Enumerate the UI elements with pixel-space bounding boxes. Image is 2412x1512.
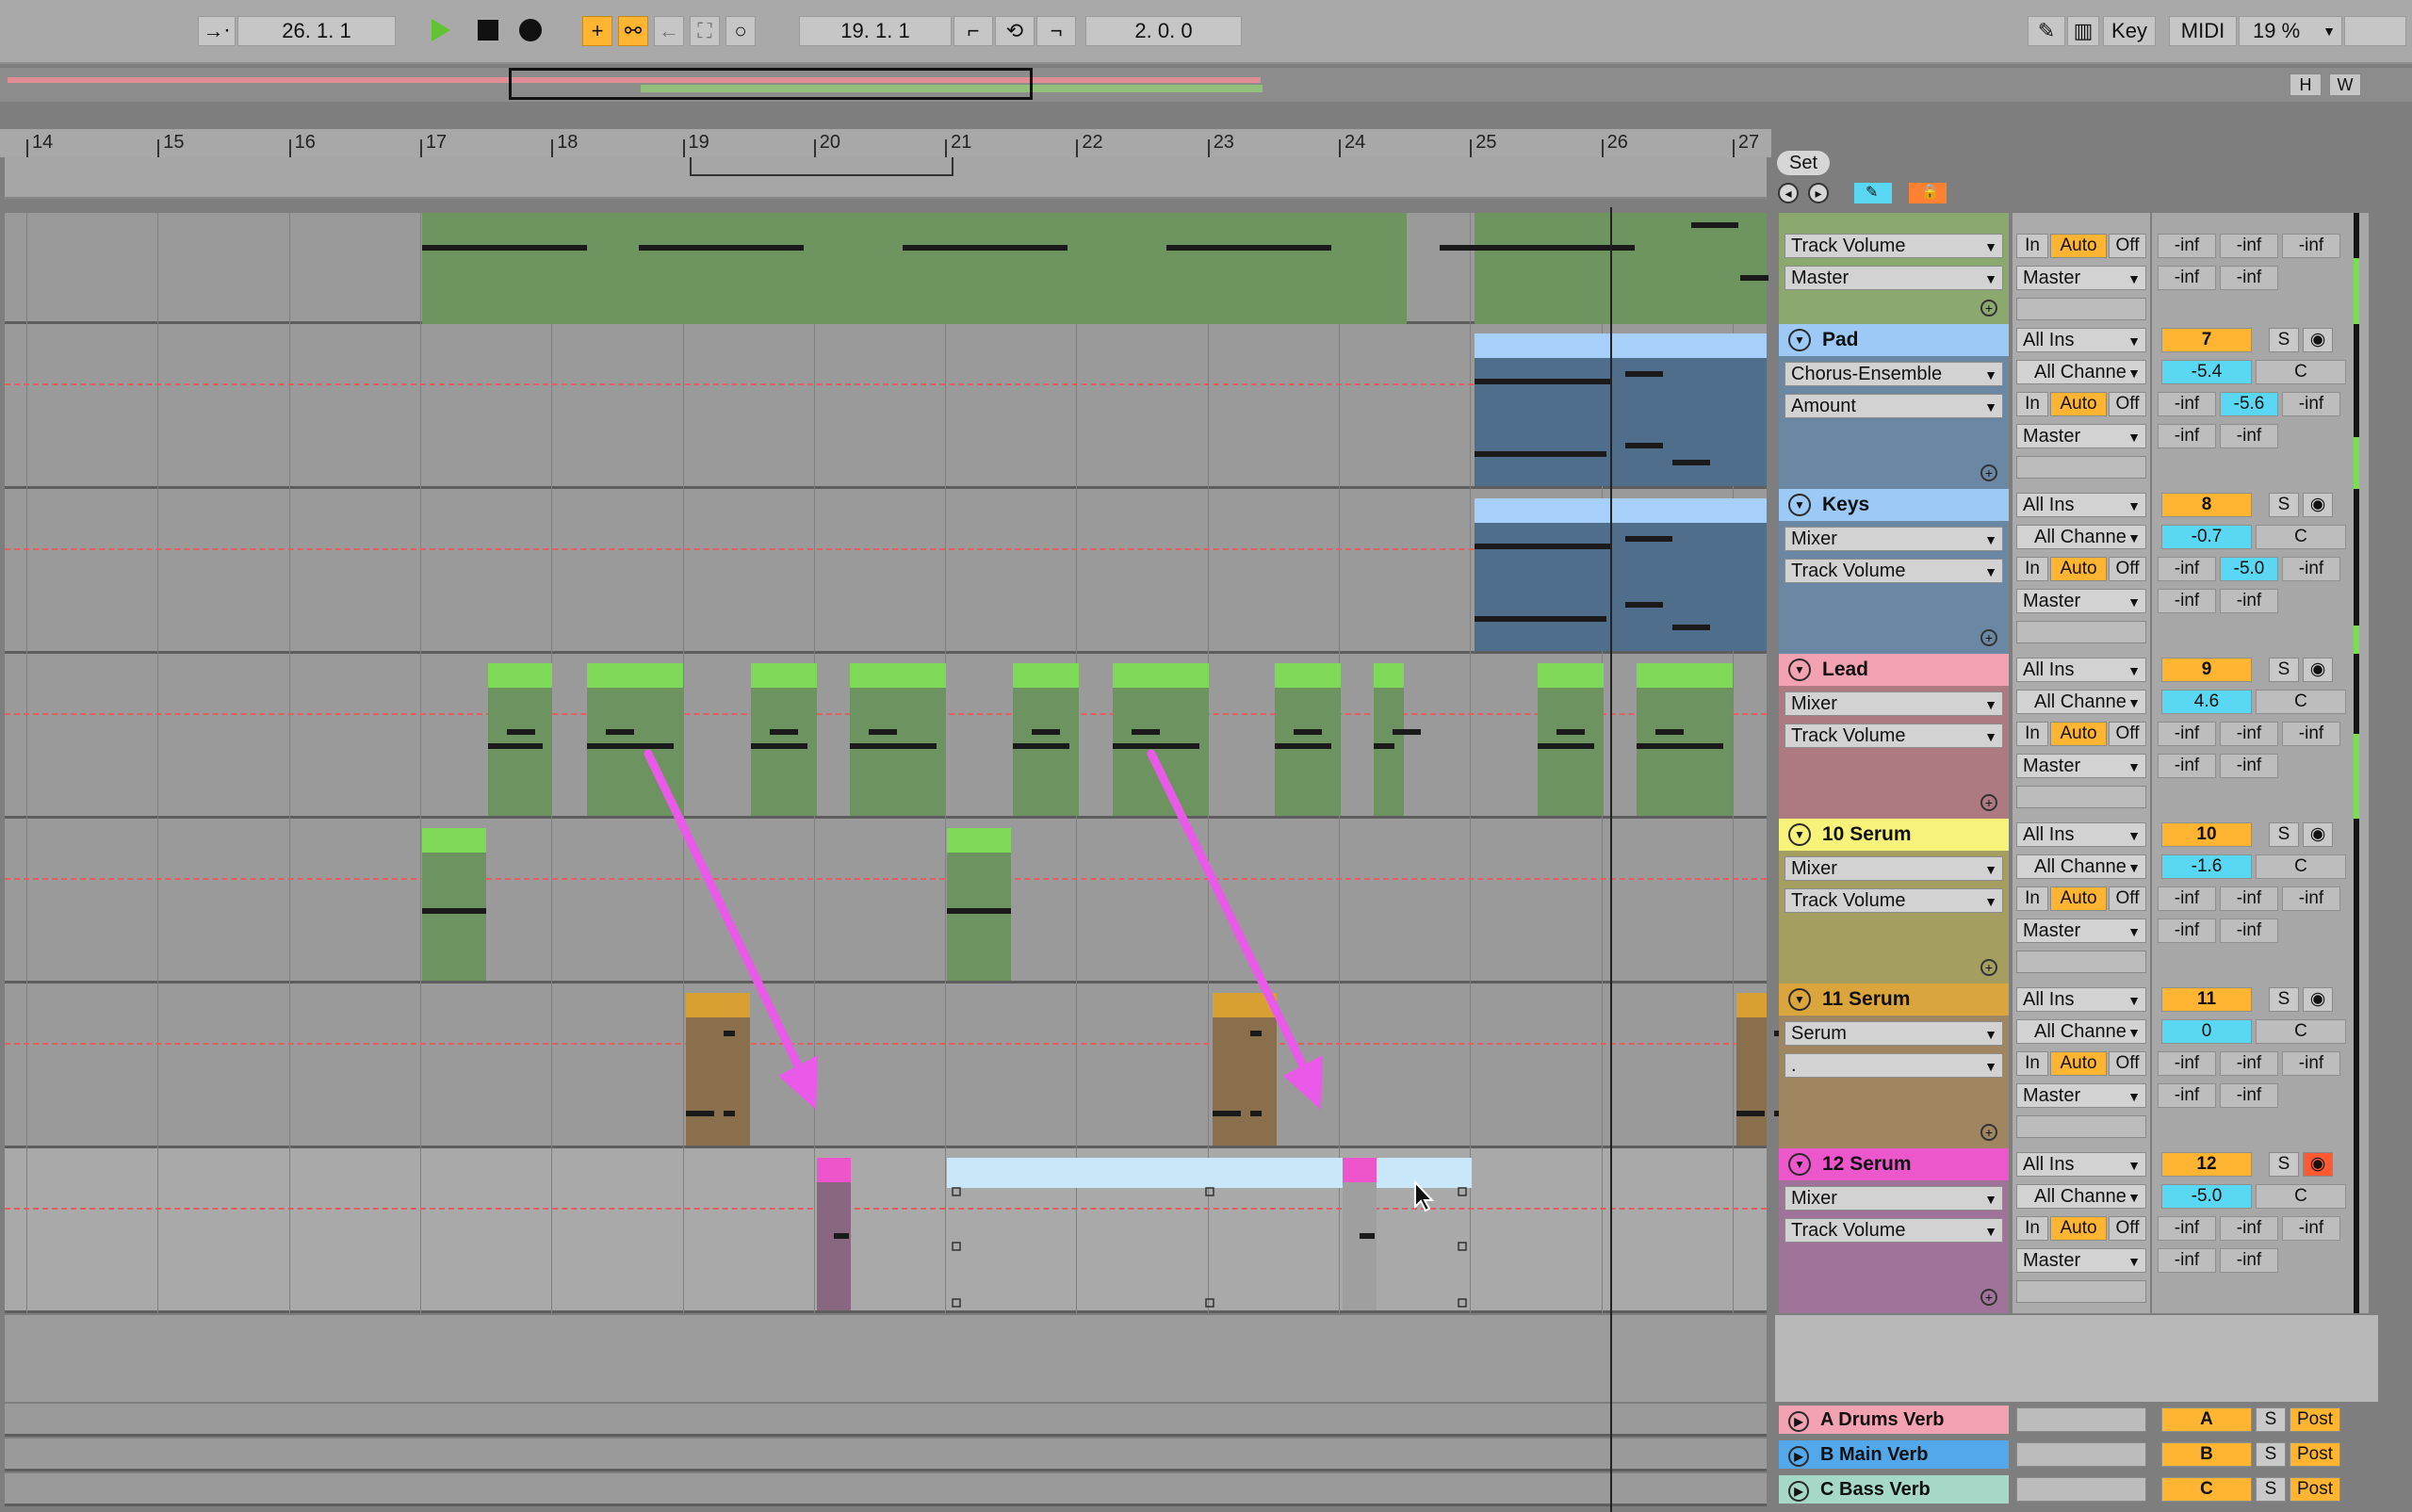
automation-breakpoint[interactable] <box>952 1187 961 1196</box>
annotation-arrow <box>644 749 818 1110</box>
mouse-cursor-icon <box>1413 1179 1435 1212</box>
automation-breakpoint[interactable] <box>952 1242 961 1251</box>
automation-breakpoint[interactable] <box>1205 1298 1214 1308</box>
annotation-overlay <box>644 207 1612 1512</box>
automation-breakpoint[interactable] <box>1458 1187 1467 1196</box>
annotation-arrow <box>1147 749 1323 1110</box>
automation-breakpoint[interactable] <box>1205 1187 1214 1196</box>
automation-breakpoint[interactable] <box>952 1298 961 1308</box>
automation-breakpoint[interactable] <box>1458 1242 1467 1251</box>
automation-breakpoint[interactable] <box>1458 1298 1467 1308</box>
